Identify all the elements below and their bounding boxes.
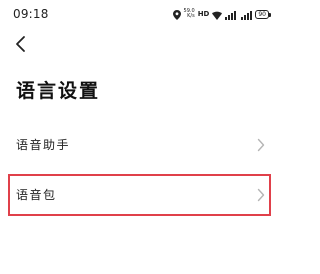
location-icon [172,5,181,24]
signal-icon [225,5,238,24]
wifi-icon [212,5,223,24]
settings-item-voice-assistant[interactable]: 语音助手 [0,124,281,166]
battery-level: 90 [258,10,266,18]
settings-item-voice-pack[interactable]: 语音包 [0,174,281,216]
status-bar: 09:18 59.0 K/s HD 90 [0,0,281,28]
signal-icon-2 [241,5,253,24]
net-speed-unit: K/s [187,13,195,19]
settings-item-label: 语音包 [16,188,57,202]
status-icons: 59.0 K/s HD 90 [172,8,271,20]
status-time: 09:18 [13,7,49,21]
chevron-right-icon [257,188,265,202]
chevron-left-icon [16,36,25,52]
chevron-right-icon [257,138,265,152]
net-speed: 59.0 K/s [184,9,195,19]
battery-icon: 90 [255,9,271,19]
hd-label: HD [197,10,210,18]
back-button[interactable] [12,34,32,54]
settings-item-label: 语音助手 [16,138,71,152]
page-title: 语言设置 [16,80,101,102]
